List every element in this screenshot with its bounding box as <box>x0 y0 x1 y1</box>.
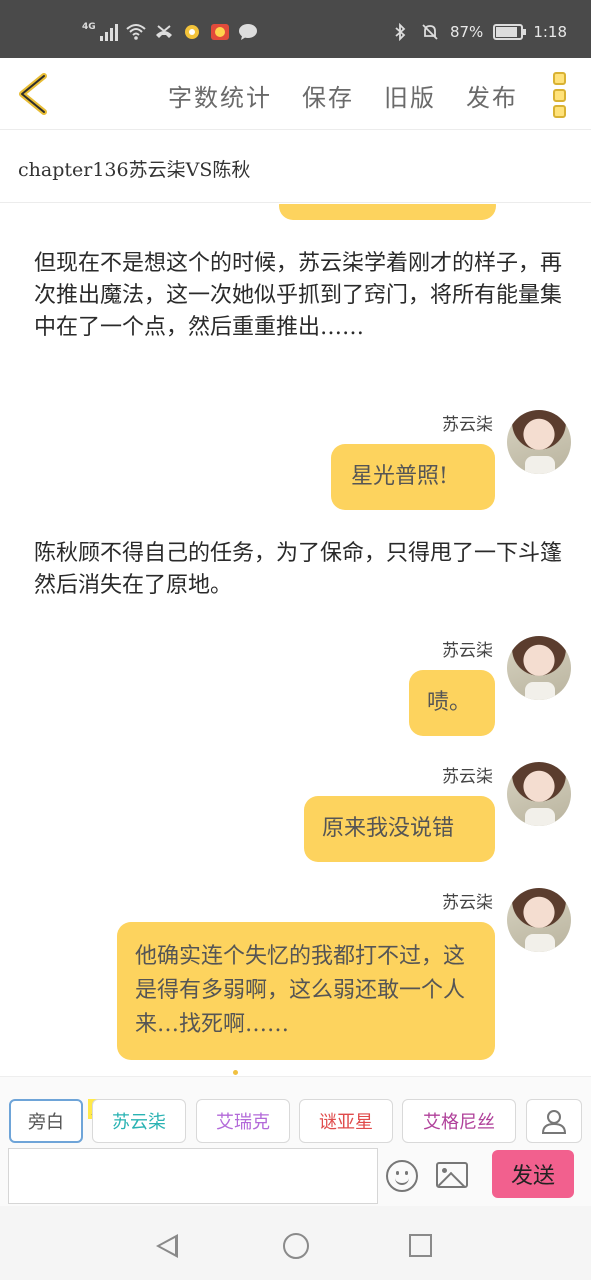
word-count-button[interactable]: 字数统计 <box>168 78 272 113</box>
speaker-name: 苏云柒 <box>442 767 493 787</box>
chip-label: 艾格尼丝 <box>423 1112 495 1133</box>
publish-button[interactable]: 发布 <box>466 78 518 113</box>
back-triangle-icon[interactable] <box>156 1234 178 1258</box>
add-character-button[interactable] <box>526 1099 582 1143</box>
input-bar: 发送 <box>0 1146 591 1206</box>
character-chip-airuike[interactable]: 艾瑞克 <box>196 1099 290 1143</box>
battery-percent: 87% <box>449 23 484 41</box>
system-nav-bar <box>0 1206 591 1280</box>
mute-bell-icon <box>422 24 438 40</box>
battery-fill <box>496 27 518 37</box>
editor-toolbar: 字数统计 保存 旧版 发布 <box>0 58 591 130</box>
clock: 1:18 <box>533 23 567 41</box>
app-icon <box>210 24 229 40</box>
dialogue-bubble[interactable]: 啧。 <box>409 670 495 736</box>
network-type: 4G <box>82 22 96 32</box>
chat-icon <box>238 24 257 40</box>
status-left: 4G <box>82 20 258 44</box>
chip-label: 苏云柒 <box>112 1112 166 1133</box>
signal-icon <box>99 23 118 41</box>
chevron-left-icon[interactable] <box>12 72 52 116</box>
character-chip-suyunqi[interactable]: 苏云柒 <box>92 1099 186 1143</box>
message-input[interactable] <box>8 1148 378 1204</box>
scroll-indicator <box>233 1070 238 1075</box>
chapter-header: chapter136苏云柒VS陈秋 <box>0 131 591 203</box>
chip-label: 艾瑞克 <box>216 1112 270 1133</box>
more-vertical-icon[interactable] <box>553 72 569 118</box>
chat-area[interactable]: 但现在不是想这个的时候，苏云柒学着刚才的样子，再次推出魔法，这一次她似乎抓到了窍… <box>0 204 591 1076</box>
speaker-name: 苏云柒 <box>442 415 493 435</box>
wifi-icon <box>125 24 146 40</box>
narration-block[interactable]: 陈秋顾不得自己的任务，为了保命，只得甩了一下斗篷然后消失在了原地。 <box>34 538 564 602</box>
chip-label: 谜亚星 <box>319 1112 373 1133</box>
narration-block[interactable]: 但现在不是想这个的时候，苏云柒学着刚才的样子，再次推出魔法，这一次她似乎抓到了窍… <box>34 248 564 344</box>
bluetooth-icon <box>395 23 406 41</box>
save-button[interactable]: 保存 <box>302 78 354 113</box>
chip-label: 旁白 <box>28 1112 64 1133</box>
dialogue-bubble[interactable]: 星光普照! <box>331 444 495 510</box>
recent-square-icon[interactable] <box>409 1234 432 1257</box>
notification-icon <box>184 25 199 39</box>
speaker-name: 苏云柒 <box>442 641 493 661</box>
speaker-name: 苏云柒 <box>442 893 493 913</box>
previous-bubble[interactable] <box>279 204 496 220</box>
character-chip-miyaxing[interactable]: 谜亚星 <box>299 1099 393 1143</box>
avatar[interactable] <box>507 636 571 700</box>
toolbar-actions: 字数统计 保存 旧版 发布 <box>168 78 518 113</box>
dialogue-bubble[interactable]: 他确实连个失忆的我都打不过，这是得有多弱啊，这么弱还敢一个人来…找死啊…… <box>117 922 495 1060</box>
dialogue-bubble[interactable]: 原来我没说错 <box>304 796 495 862</box>
character-chip-narration[interactable]: 旁白 <box>9 1099 83 1143</box>
send-button[interactable]: 发送 <box>492 1150 574 1198</box>
old-version-button[interactable]: 旧版 <box>384 78 436 113</box>
avatar[interactable] <box>507 888 571 952</box>
avatar[interactable] <box>507 410 571 474</box>
character-chip-aigenisi[interactable]: 艾格尼丝 <box>402 1099 516 1143</box>
status-right: 87% 1:18 <box>390 20 567 44</box>
home-circle-icon[interactable] <box>283 1233 309 1259</box>
battery-icon <box>493 24 527 40</box>
missed-call-icon <box>155 25 172 38</box>
image-icon[interactable] <box>436 1162 468 1188</box>
chapter-title[interactable]: chapter136苏云柒VS陈秋 <box>18 155 250 182</box>
person-icon <box>541 1110 567 1134</box>
emoji-icon[interactable] <box>386 1160 418 1192</box>
character-selector: 旁白 主 苏云柒 艾瑞克 谜亚星 艾格尼丝 <box>0 1076 591 1146</box>
avatar[interactable] <box>507 762 571 826</box>
status-bar: 4G 87% 1:18 <box>0 0 591 58</box>
